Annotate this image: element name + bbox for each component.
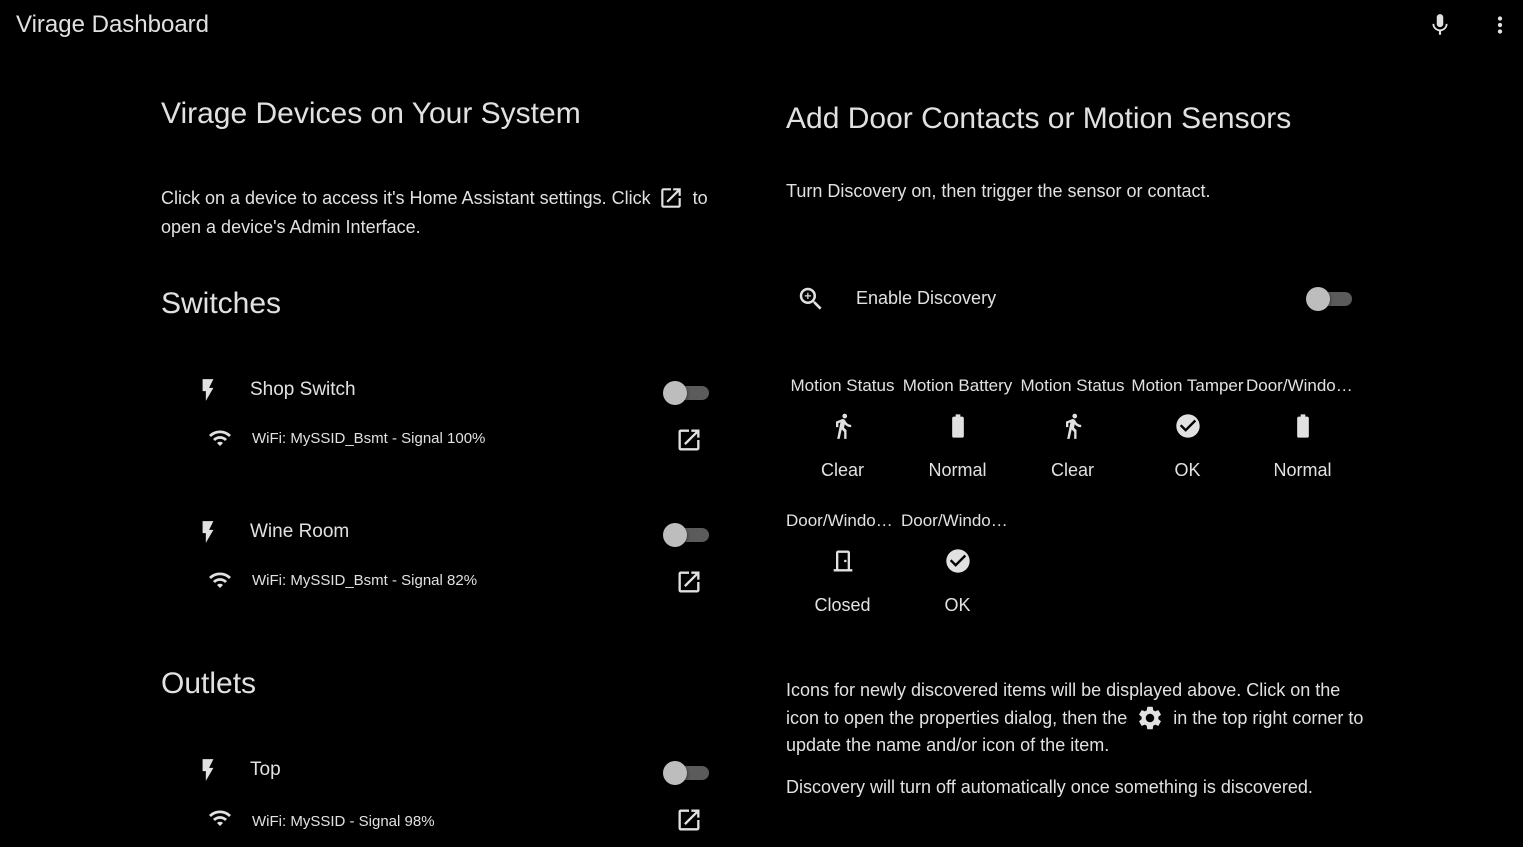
outlets-heading: Outlets [161, 667, 257, 700]
entity-state: OK [1174, 460, 1201, 480]
wifi-signal-text: WiFi: MySSID_Bsmt - Signal 82% [252, 572, 478, 589]
open-in-new-icon[interactable] [675, 426, 703, 454]
discovery-instructions: Icons for newly discovered items will be… [786, 677, 1366, 759]
devices-title: Virage Devices on Your System [161, 97, 581, 130]
app-title: Virage Dashboard [16, 11, 210, 38]
device-toggle[interactable] [663, 381, 709, 405]
wifi-icon [205, 426, 235, 450]
open-in-new-icon[interactable] [675, 568, 703, 596]
device-toggle[interactable] [663, 761, 709, 785]
gear-icon [1136, 704, 1164, 732]
door-closed-icon[interactable] [829, 547, 857, 575]
microphone-icon[interactable] [1427, 12, 1453, 38]
entity-motion-battery[interactable]: Motion Battery Normal [901, 376, 1014, 496]
discovery-subtitle: Turn Discovery on, then trigger the sens… [786, 181, 1211, 201]
entity-name: Door/Window Status [786, 511, 899, 530]
enable-discovery-label: Enable Discovery [856, 288, 997, 308]
entity-name: Motion Status [790, 376, 895, 395]
device-wine-room[interactable]: Wine Room WiFi: MySSID_Bsmt - Signal 82% [161, 519, 721, 609]
wifi-signal-text: WiFi: MySSID - Signal 98% [252, 813, 435, 830]
wifi-signal-text: WiFi: MySSID_Bsmt - Signal 100% [252, 430, 486, 447]
entity-state: Clear [820, 460, 864, 480]
flash-icon [195, 377, 221, 403]
flash-icon [195, 757, 221, 783]
entity-motion-tamper[interactable]: Motion Tamper OK [1131, 376, 1244, 496]
entity-state: Normal [928, 460, 987, 480]
entity-state: OK [944, 595, 971, 615]
app-toolbar: Virage Dashboard [0, 0, 1523, 52]
walk-icon[interactable] [829, 412, 857, 440]
magnify-plus-icon [796, 284, 826, 314]
device-name[interactable]: Wine Room [250, 521, 349, 543]
entity-state: Clear [1050, 460, 1094, 480]
battery-icon[interactable] [944, 412, 972, 440]
check-circle-icon[interactable] [944, 547, 972, 575]
entity-name: Door/Window Battery [1246, 376, 1359, 395]
entity-name: Motion Battery [902, 376, 1013, 395]
open-in-new-icon[interactable] [675, 806, 703, 834]
entity-motion-status-1[interactable]: Motion Status Clear [786, 376, 899, 496]
entity-door-window-status[interactable]: Door/Window Status Closed [786, 511, 899, 631]
wifi-icon [205, 806, 235, 830]
device-name[interactable]: Top [250, 759, 281, 781]
walk-icon[interactable] [1059, 412, 1087, 440]
device-shop-switch[interactable]: Shop Switch WiFi: MySSID_Bsmt - Signal 1… [161, 377, 721, 467]
entity-door-window-tamper[interactable]: Door/Window Tamper OK [901, 511, 1014, 631]
check-circle-icon[interactable] [1174, 412, 1202, 440]
enable-discovery-row[interactable]: Enable Discovery [786, 278, 1366, 318]
entity-name: Motion Tamper [1131, 376, 1244, 395]
entity-state: Closed [814, 595, 871, 615]
switches-heading: Switches [161, 287, 282, 320]
flash-icon [195, 519, 221, 545]
more-vert-icon[interactable] [1487, 12, 1513, 38]
enable-discovery-toggle[interactable] [1306, 287, 1352, 311]
open-in-new-icon [658, 185, 684, 211]
entity-name: Door/Window Tamper [901, 511, 1014, 530]
wifi-icon [205, 568, 235, 592]
entity-state: Normal [1273, 460, 1332, 480]
description-text-1: Click on a device to access it's Home As… [161, 188, 651, 208]
battery-icon[interactable] [1289, 412, 1317, 440]
discovery-auto-off-note: Discovery will turn off automatically on… [786, 777, 1313, 797]
device-toggle[interactable] [663, 523, 709, 547]
entity-motion-status-2[interactable]: Motion Status Clear [1016, 376, 1129, 496]
entity-name: Motion Status [1020, 376, 1125, 395]
device-name[interactable]: Shop Switch [250, 379, 356, 401]
devices-description: Click on a device to access it's Home As… [161, 184, 721, 242]
entity-door-window-battery[interactable]: Door/Window Battery Normal [1246, 376, 1359, 496]
discovery-title: Add Door Contacts or Motion Sensors [786, 102, 1292, 135]
device-top[interactable]: Top WiFi: MySSID - Signal 98% [161, 757, 721, 847]
